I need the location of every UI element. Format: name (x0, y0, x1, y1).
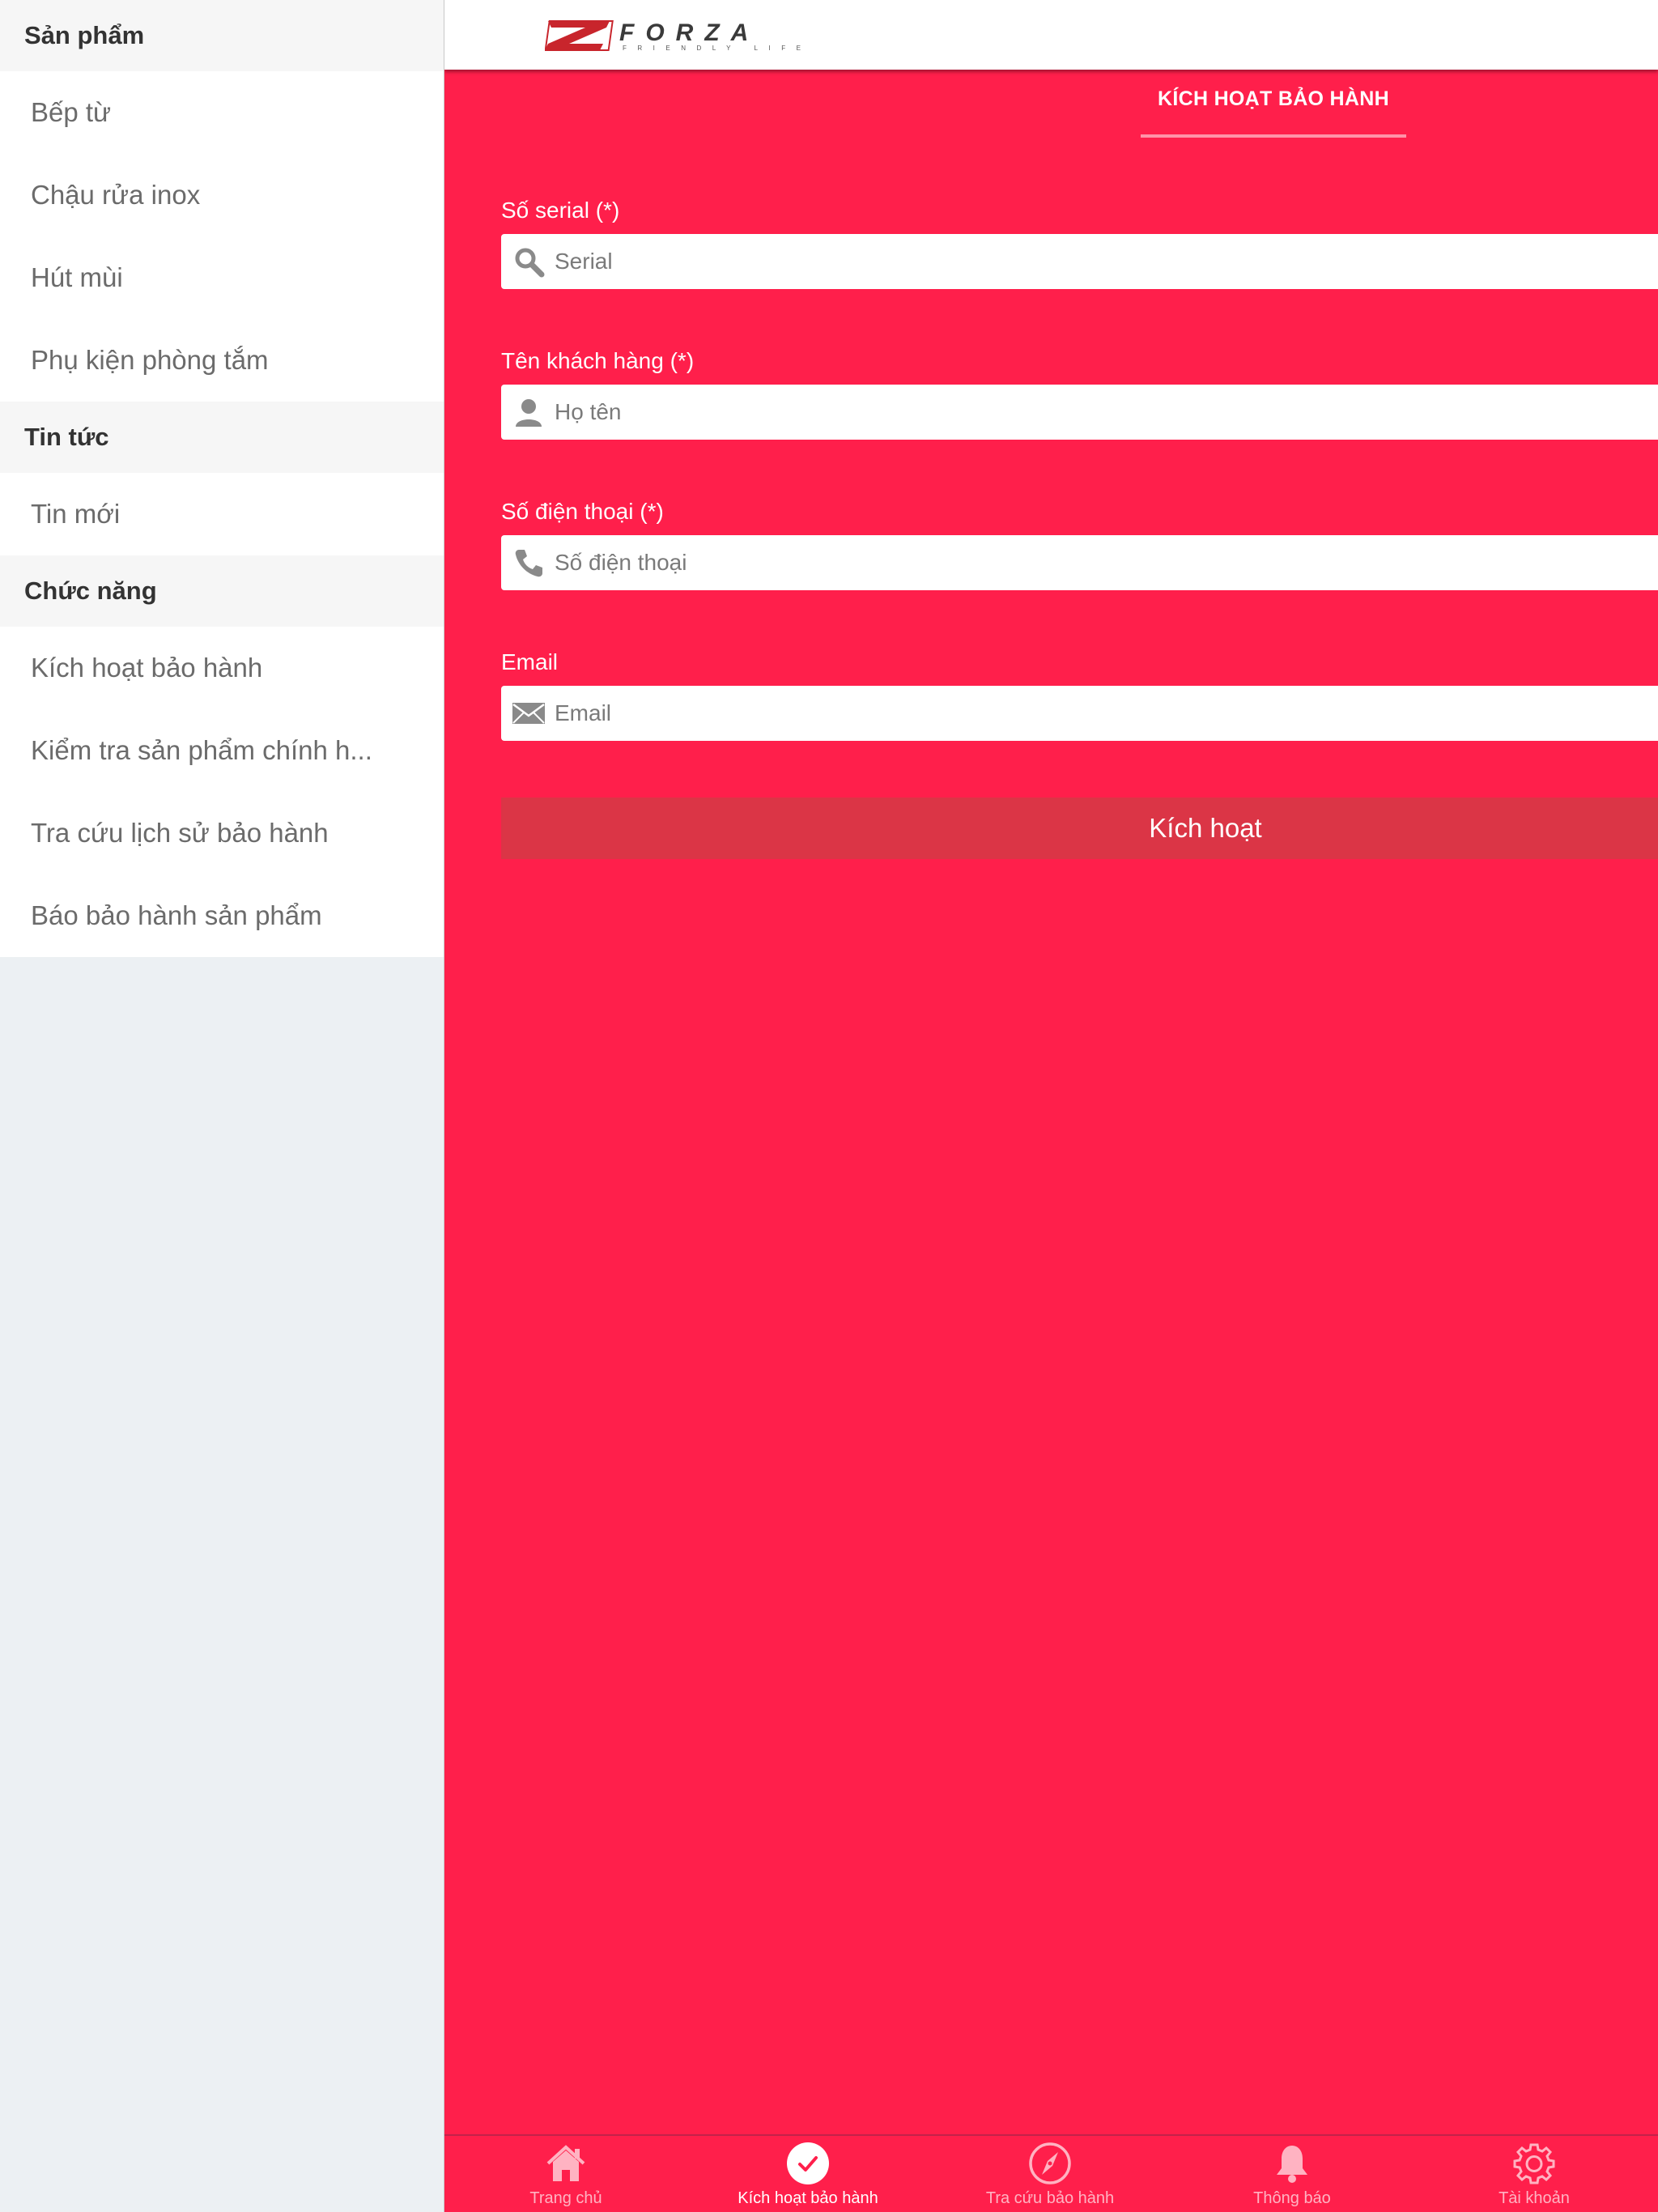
tab-account[interactable]: Tài khoản (1413, 2136, 1656, 2212)
customer-name-field (501, 385, 1658, 440)
gear-icon (1513, 2143, 1555, 2184)
person-icon (511, 394, 546, 430)
logo-text: FORZA (619, 19, 759, 46)
sidebar-item-induction-cooker[interactable]: Bếp từ (0, 71, 444, 154)
compass-icon (1029, 2142, 1071, 2184)
activate-button[interactable]: Kích hoạt (501, 798, 1658, 859)
tab-activate-label: Kích hoạt bảo hành (738, 2189, 878, 2207)
tab-lookup-label: Tra cứu bảo hành (985, 2189, 1115, 2207)
email-field (501, 686, 1658, 741)
activate-button-label: Kích hoạt (1149, 813, 1262, 843)
sidebar-section-title: Tin tức (24, 423, 109, 451)
sidebar-item-check-genuine[interactable]: Kiểm tra sản phẩm chính h... (0, 709, 444, 792)
sidebar-item-label: Tin mới (31, 499, 121, 529)
sidebar-section-title: Chức năng (24, 576, 157, 605)
forza-logo: FORZA FRIENDLY LIFE (545, 19, 811, 52)
bottom-tab-bar: Trang chủ Kích hoạt bảo hành Tra cứu bảo… (444, 2134, 1658, 2212)
serial-label: Số serial (*) (501, 198, 620, 223)
check-circle-icon (787, 2142, 829, 2184)
phone-field (501, 535, 1658, 590)
sidebar-item-label: Báo bảo hành sản phẩm (31, 900, 322, 930)
serial-field (501, 234, 1658, 289)
sidebar-item-latest-news[interactable]: Tin mới (0, 473, 444, 555)
sidebar-item-label: Bếp từ (31, 97, 112, 127)
logo-tagline: FRIENDLY LIFE (623, 45, 811, 52)
sidebar-section-title: Sản phẩm (24, 21, 145, 49)
email-label: Email (501, 649, 559, 674)
sidebar-item-label: Hút mùi (31, 262, 123, 292)
sidebar-item-report-warranty[interactable]: Báo bảo hành sản phẩm (0, 874, 444, 957)
sidebar-section-news: Tin tức (0, 402, 444, 473)
phone-input[interactable] (546, 538, 1658, 588)
tab-home[interactable]: Trang chủ (444, 2136, 687, 2212)
bell-icon (1277, 2146, 1307, 2183)
phone-icon (511, 545, 546, 581)
sidebar-section-functions: Chức năng (0, 555, 444, 627)
tab-lookup[interactable]: Tra cứu bảo hành (929, 2136, 1171, 2212)
sidebar: Sản phẩm Bếp từ Chậu rửa inox Hút mùi Ph… (0, 0, 444, 2212)
sidebar-item-label: Tra cứu lịch sử bảo hành (31, 818, 329, 848)
sidebar-item-warranty-history[interactable]: Tra cứu lịch sử bảo hành (0, 792, 444, 874)
email-input[interactable] (546, 688, 1658, 738)
tab-activate-warranty[interactable]: KÍCH HOẠT BẢO HÀNH (1141, 87, 1406, 111)
sidebar-item-label: Phụ kiện phòng tắm (31, 345, 269, 375)
tab-account-label: Tài khoản (1499, 2189, 1570, 2207)
main-panel: FORZA FRIENDLY LIFE KÍCH HOẠT BẢO HÀNH S… (444, 0, 1658, 2212)
mail-icon (511, 696, 546, 731)
top-bar: FORZA FRIENDLY LIFE (444, 0, 1658, 70)
sidebar-item-label: Kích hoạt bảo hành (31, 653, 263, 683)
serial-input[interactable] (546, 236, 1658, 287)
search-icon (511, 244, 546, 279)
sidebar-item-activate-warranty[interactable]: Kích hoạt bảo hành (0, 627, 444, 709)
tab-notifications[interactable]: Thông báo (1171, 2136, 1414, 2212)
tab-home-label: Trang chủ (529, 2189, 602, 2207)
sidebar-item-range-hood[interactable]: Hút mùi (0, 236, 444, 319)
customer-name-input[interactable] (546, 387, 1658, 437)
sidebar-item-stainless-sink[interactable]: Chậu rửa inox (0, 154, 444, 236)
sidebar-item-bathroom-accessories[interactable]: Phụ kiện phòng tắm (0, 319, 444, 402)
home-icon (546, 2145, 585, 2181)
tab-activate[interactable]: Kích hoạt bảo hành (687, 2136, 929, 2212)
sidebar-item-label: Chậu rửa inox (31, 180, 201, 210)
customer-name-label: Tên khách hàng (*) (501, 348, 695, 373)
sidebar-item-label: Kiểm tra sản phẩm chính h... (31, 735, 372, 765)
tab-notifications-label: Thông báo (1253, 2189, 1331, 2207)
tab-active-indicator (1141, 134, 1406, 138)
phone-label: Số điện thoại (*) (501, 499, 664, 524)
sidebar-section-products: Sản phẩm (0, 0, 444, 71)
